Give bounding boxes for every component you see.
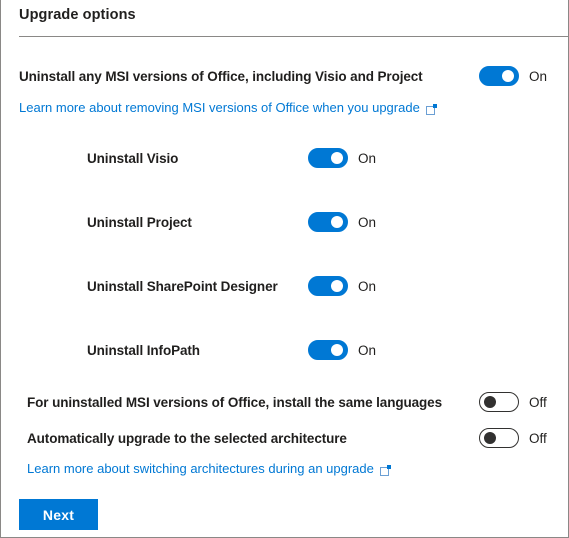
option-row-auto-upgrade-architecture: Automatically upgrade to the selected ar… xyxy=(27,427,554,449)
next-button[interactable]: Next xyxy=(19,499,98,530)
toggle-auto-upgrade-architecture[interactable] xyxy=(479,428,519,448)
toggle-group-uninstall-infopath: On xyxy=(308,339,376,361)
toggle-state-uninstall-infopath: On xyxy=(358,342,377,358)
option-label-uninstall-msi: Uninstall any MSI versions of Office, in… xyxy=(19,68,423,84)
option-label-uninstall-sharepoint-designer: Uninstall SharePoint Designer xyxy=(87,278,278,294)
link-switching-architectures[interactable]: Learn more about switching architectures… xyxy=(27,461,391,476)
toggle-uninstall-sharepoint-designer[interactable] xyxy=(308,276,348,296)
toggle-state-uninstall-msi: On xyxy=(529,68,548,84)
toggle-group-same-languages: Off xyxy=(479,391,547,413)
toggle-state-uninstall-sharepoint-designer: On xyxy=(358,278,377,294)
toggle-knob xyxy=(331,152,343,164)
option-label-same-languages: For uninstalled MSI versions of Office, … xyxy=(27,394,442,410)
option-label-uninstall-infopath: Uninstall InfoPath xyxy=(87,342,200,358)
toggle-group-uninstall-project: On xyxy=(308,211,376,233)
toggle-state-same-languages: Off xyxy=(529,394,547,410)
toggle-group-uninstall-sharepoint-designer: On xyxy=(308,275,376,297)
toggle-knob xyxy=(331,344,343,356)
link-removing-msi-versions[interactable]: Learn more about removing MSI versions o… xyxy=(19,100,437,115)
link-label-removing-msi: Learn more about removing MSI versions o… xyxy=(19,100,420,115)
link-label-switching-architectures: Learn more about switching architectures… xyxy=(27,461,374,476)
option-label-uninstall-visio: Uninstall Visio xyxy=(87,150,179,166)
option-label-auto-upgrade-architecture: Automatically upgrade to the selected ar… xyxy=(27,430,347,446)
toggle-knob xyxy=(331,216,343,228)
toggle-state-uninstall-visio: On xyxy=(358,150,377,166)
toggle-knob xyxy=(484,432,496,444)
option-row-same-languages: For uninstalled MSI versions of Office, … xyxy=(27,391,554,413)
toggle-knob xyxy=(484,396,496,408)
toggle-state-uninstall-project: On xyxy=(358,214,377,230)
toggle-state-auto-upgrade-architecture: Off xyxy=(529,430,547,446)
external-link-icon xyxy=(379,464,391,476)
option-label-uninstall-project: Uninstall Project xyxy=(87,214,192,230)
title-divider xyxy=(19,36,568,37)
toggle-same-languages[interactable] xyxy=(479,392,519,412)
upgrade-options-panel: Upgrade options Uninstall any MSI versio… xyxy=(0,0,569,538)
toggle-uninstall-visio[interactable] xyxy=(308,148,348,168)
toggle-group-auto-upgrade-architecture: Off xyxy=(479,427,547,449)
toggle-uninstall-infopath[interactable] xyxy=(308,340,348,360)
toggle-uninstall-msi[interactable] xyxy=(479,66,519,86)
toggle-knob xyxy=(502,70,514,82)
toggle-knob xyxy=(331,280,343,292)
toggle-uninstall-project[interactable] xyxy=(308,212,348,232)
toggle-group-uninstall-msi: On xyxy=(479,65,547,87)
page-title: Upgrade options xyxy=(19,7,136,23)
toggle-group-uninstall-visio: On xyxy=(308,147,376,169)
external-link-icon xyxy=(425,103,437,115)
option-row-uninstall-msi: Uninstall any MSI versions of Office, in… xyxy=(19,65,554,87)
